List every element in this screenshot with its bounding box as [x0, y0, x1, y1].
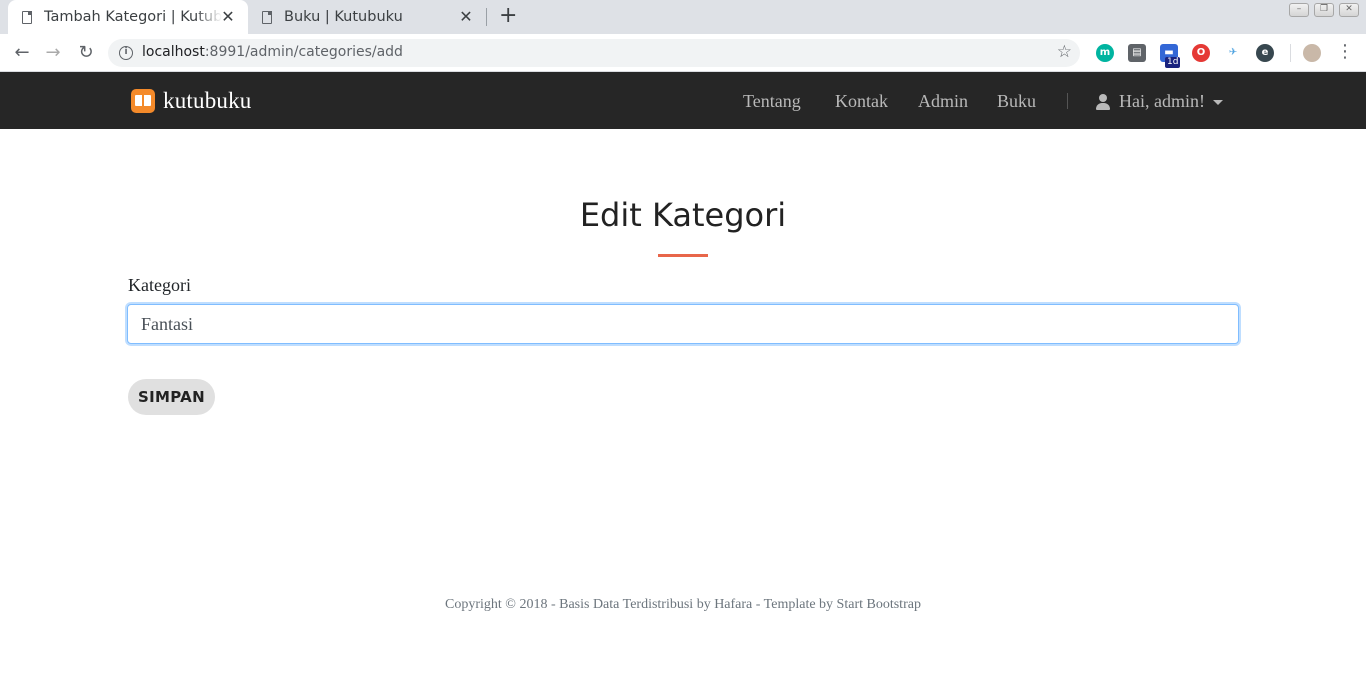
back-icon[interactable]: ← — [9, 40, 35, 66]
info-icon[interactable]: i — [119, 46, 133, 60]
save-button[interactable]: SIMPAN — [128, 379, 215, 415]
url-host: localhost — [142, 44, 205, 60]
extension-e-icon[interactable]: e — [1256, 44, 1274, 62]
site-navbar: kutubuku Tentang Kontak Admin Buku Hai, … — [0, 72, 1366, 129]
browser-menu-icon[interactable]: ⋮ — [1336, 41, 1354, 63]
nav-divider — [1067, 93, 1068, 109]
browser-toolbar: ← → ↻ i localhost:8991/admin/categories/… — [0, 34, 1366, 72]
new-tab-icon[interactable]: + — [499, 4, 517, 28]
extension-chat-icon[interactable]: ▤ — [1128, 44, 1146, 62]
close-tab-icon[interactable]: ✕ — [220, 8, 236, 26]
address-bar[interactable]: i localhost:8991/admin/categories/add ☆ — [108, 39, 1080, 67]
tab-title: Buku | Kutubuku — [284, 9, 403, 25]
kategori-label: Kategori — [128, 275, 191, 295]
caret-down-icon — [1212, 99, 1223, 105]
heading-divider — [658, 254, 708, 257]
tab-divider — [486, 8, 487, 26]
nav-link-tentang[interactable]: Tentang — [743, 91, 801, 112]
extension-plane-icon[interactable]: ✈ — [1224, 44, 1242, 62]
user-icon — [1096, 93, 1110, 110]
nav-link-buku[interactable]: Buku — [997, 91, 1036, 112]
extension-badge: 1d — [1165, 57, 1181, 68]
nav-link-admin[interactable]: Admin — [918, 91, 968, 112]
kategori-input[interactable] — [127, 304, 1239, 344]
page-title: Edit Kategori — [579, 196, 787, 234]
minimize-icon[interactable]: – — [1289, 3, 1309, 17]
forward-icon[interactable]: → — [40, 40, 66, 66]
close-tab-icon[interactable]: ✕ — [458, 8, 474, 26]
page-icon — [262, 10, 272, 24]
restore-icon[interactable]: ❐ — [1314, 3, 1334, 17]
page-icon — [22, 10, 32, 24]
extension-m-icon[interactable]: m — [1096, 44, 1114, 62]
window-close-icon[interactable]: ✕ — [1339, 3, 1359, 17]
reload-icon[interactable]: ↻ — [73, 40, 99, 66]
tab-title: Tambah Kategori | Kutubuku — [44, 9, 222, 25]
url-text[interactable]: localhost:8991/admin/categories/add — [142, 44, 403, 60]
user-dropdown[interactable]: Hai, admin! — [1096, 91, 1223, 112]
user-greeting: Hai, admin! — [1119, 91, 1205, 111]
bookmark-star-icon[interactable]: ☆ — [1057, 42, 1072, 62]
profile-avatar[interactable] — [1303, 44, 1321, 62]
url-path: :8991/admin/categories/add — [204, 44, 403, 60]
book-open-icon — [131, 89, 155, 113]
browser-tab[interactable]: Buku | Kutubuku ✕ — [252, 0, 486, 34]
browser-tab-active[interactable]: Tambah Kategori | Kutubuku ✕ — [8, 0, 248, 34]
brand-link[interactable]: kutubuku — [131, 88, 252, 114]
extension-opera-icon[interactable]: O — [1192, 44, 1210, 62]
nav-link-kontak[interactable]: Kontak — [835, 91, 888, 112]
brand-name: kutubuku — [163, 88, 252, 113]
browser-tabstrip: Tambah Kategori | Kutubuku ✕ Buku | Kutu… — [0, 0, 1366, 34]
toolbar-separator — [1290, 44, 1291, 62]
footer-copyright: Copyright © 2018 - Basis Data Terdistrib… — [445, 597, 921, 612]
